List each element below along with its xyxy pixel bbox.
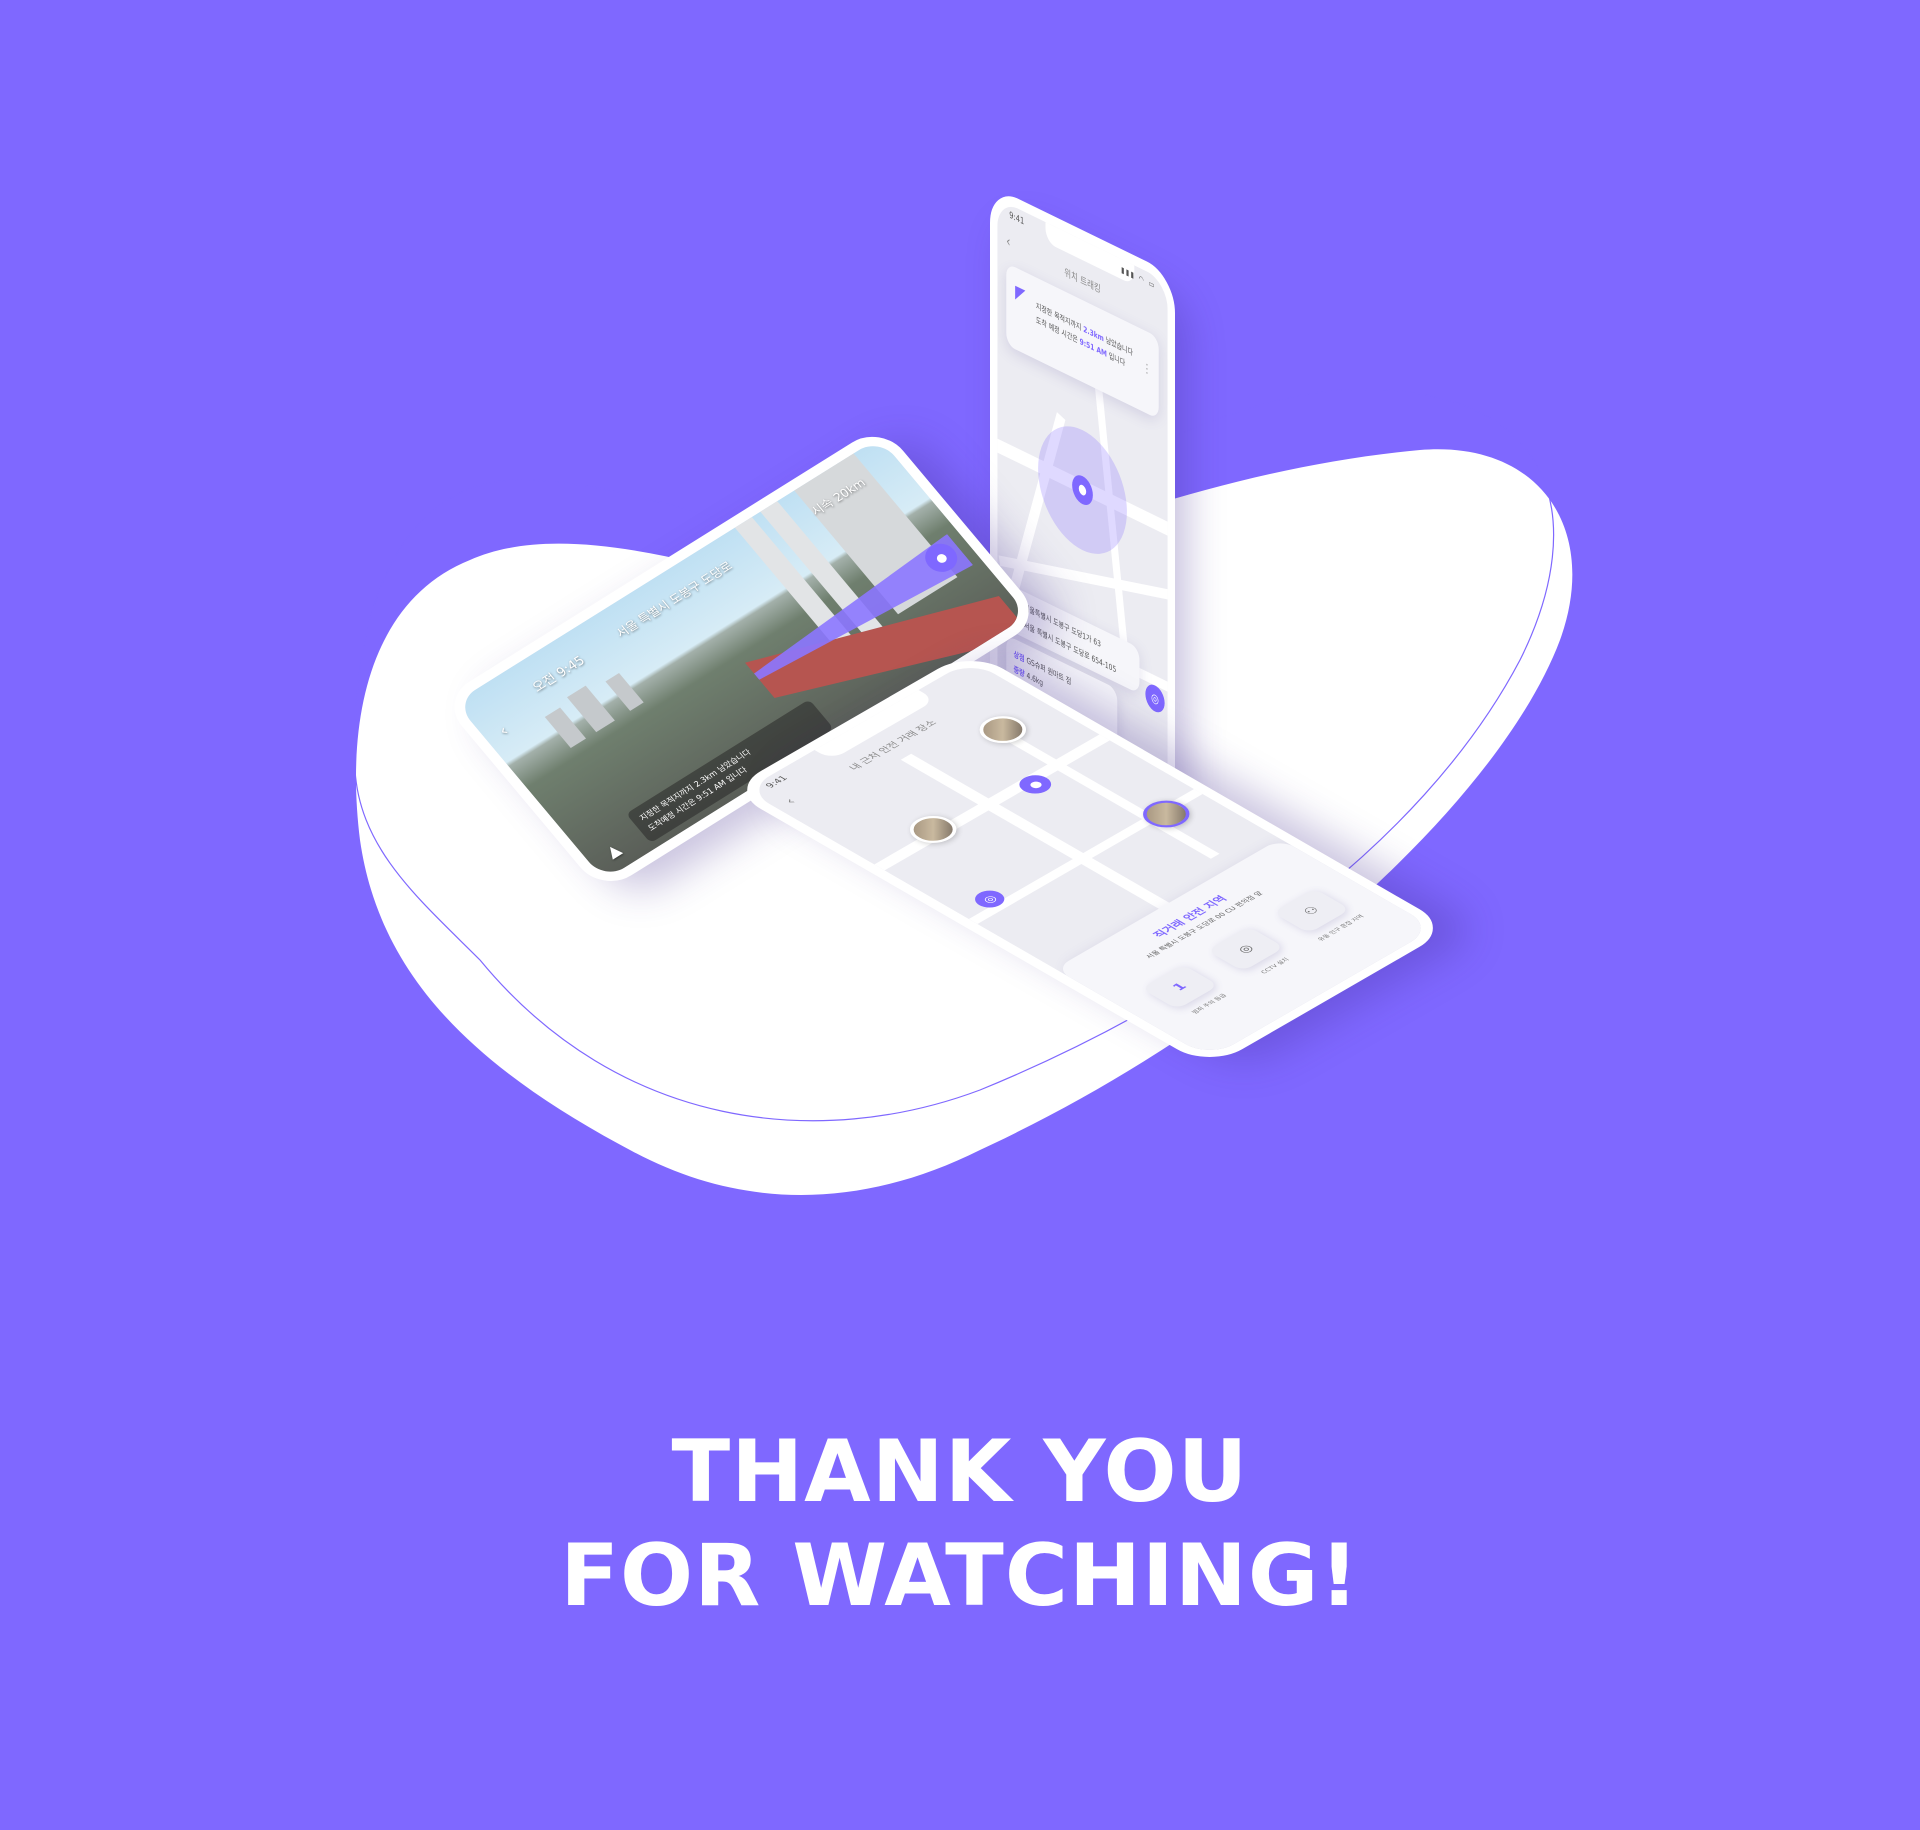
headline-line1: THANK YOU <box>671 1422 1249 1522</box>
crosshair-icon: ◎ <box>979 892 1001 906</box>
headline-line2: FOR WATCHING! <box>560 1526 1360 1626</box>
navigation-arrow-icon: ◤ <box>1015 281 1026 308</box>
map-pin-icon: ● <box>932 549 951 567</box>
location-pin-icon[interactable] <box>1072 471 1093 510</box>
stage: 9:41 ▮▮▮ ◠ ▭ ‹ 위치 트래킹 ◤ 지정한 목적지까지 2.3km … <box>0 0 1920 1830</box>
location-pin-icon: ● <box>1024 778 1046 791</box>
crime-level-value: 1 <box>1169 980 1191 993</box>
crosshair-icon: ◎ <box>1151 689 1159 708</box>
crowd-icon: ⚇ <box>1300 904 1324 918</box>
more-icon[interactable]: ⋮ <box>1142 359 1151 377</box>
cctv-icon: ◎ <box>1234 942 1258 956</box>
